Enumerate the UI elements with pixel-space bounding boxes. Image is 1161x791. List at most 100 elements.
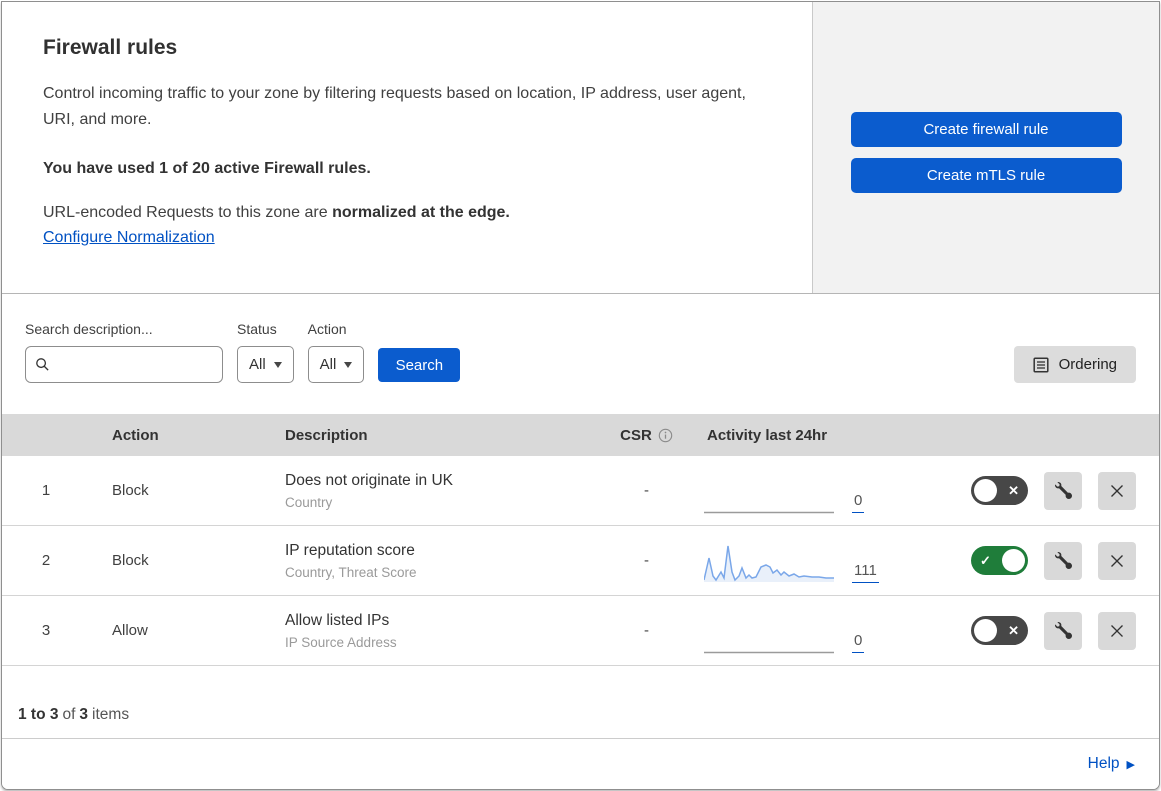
arrow-right-icon: ▶ [1126,758,1135,771]
filter-bar: Search description... Status All Action [2,294,1159,414]
search-input[interactable] [56,356,213,373]
activity-count-link[interactable]: 0 [852,632,865,653]
activity-column-header: Activity last 24hr [707,426,828,444]
info-icon[interactable] [658,428,673,443]
status-filter-group: Status All [237,321,294,383]
actions-panel: Create firewall rule Create mTLS rule [813,2,1159,293]
rule-description: Does not originate in UK [285,471,454,489]
toggle-on-check-icon: ✓ [980,552,991,568]
page-description: Control incoming traffic to your zone by… [43,85,746,128]
description-column-header: Description [285,426,368,444]
search-button[interactable]: Search [378,348,461,382]
pagination-items: items [92,706,130,723]
rule-controls: ✕ [919,471,1159,510]
help-link-label: Help [1087,755,1120,772]
help-link[interactable]: Help ▶ [1088,755,1135,773]
pagination-summary: 1 to 3 of 3 items [2,666,1159,739]
rule-fields: Country, Threat Score [285,564,417,580]
rule-priority: 2 [41,552,51,569]
rule-description-cell: Allow listed IPs IP Source Address [263,612,589,650]
rule-description: Allow listed IPs [285,611,390,629]
activity-sparkline [704,472,834,514]
pagination-of: of [62,706,76,723]
rule-activity-cell: 111 [703,526,919,595]
close-icon [1109,553,1125,569]
status-label: Status [237,321,277,337]
rule-action: Block [112,552,149,569]
action-dropdown[interactable]: All [307,346,365,383]
toggle-off-x-icon: ✕ [1008,482,1019,498]
footer: Help ▶ [2,739,1159,789]
edit-rule-button[interactable] [1044,541,1082,580]
ordering-button[interactable]: Ordering [1013,346,1136,383]
activity-sparkline [704,612,834,654]
wrench-icon [1054,482,1072,499]
filter-controls: Search description... Status All Action [25,321,461,383]
ordering-button-label: Ordering [1058,356,1117,373]
status-dropdown-value: All [249,356,266,373]
toggle-knob [974,479,997,502]
list-document-icon [1033,356,1049,373]
page-title: Firewall rules [43,36,178,59]
action-column-header: Action [112,426,159,444]
normalization-text: URL-encoded Requests to this zone are [43,204,333,221]
usage-summary: You have used 1 of 20 active Firewall ru… [43,160,371,177]
rule-controls: ✕ [919,611,1159,650]
rule-fields: Country [285,494,333,510]
rule-priority: 3 [41,622,51,639]
table-row: 1 Block Does not originate in UK Country… [2,456,1159,526]
pagination-total: 3 [79,706,89,723]
wrench-icon [1054,552,1072,569]
rule-activity-cell: 0 [704,596,919,665]
table-row: 3 Allow Allow listed IPs IP Source Addre… [2,596,1159,666]
table-header: Action Description CSR Activity last 24h… [2,414,1159,456]
status-dropdown[interactable]: All [237,346,294,383]
csr-header-label: CSR [620,426,652,444]
edit-rule-button[interactable] [1044,471,1082,510]
normalization-bold-text: normalized at the edge. [332,204,510,221]
page-header-section: Firewall rules Control incoming traffic … [2,2,1159,294]
csr-column-header: CSR [589,427,704,444]
rule-description: IP reputation score [285,541,415,559]
chevron-down-icon [273,361,282,368]
action-label: Action [307,321,347,337]
rule-description-cell: Does not originate in UK Country [263,472,589,510]
rule-action: Block [112,482,149,499]
toggle-knob [974,619,997,642]
activity-count-link[interactable]: 111 [852,562,879,583]
normalization-note: URL-encoded Requests to this zone are no… [43,204,772,222]
pagination-range: 1 to 3 [18,706,59,723]
rule-csr: - [644,622,649,639]
rule-controls: ✓ [919,541,1159,580]
create-firewall-rule-button[interactable]: Create firewall rule [850,112,1122,147]
chevron-down-icon [344,361,353,368]
rule-enabled-toggle[interactable]: ✕ [971,616,1028,645]
wrench-icon [1054,622,1072,639]
configure-normalization-link[interactable]: Configure Normalization [43,229,215,247]
table-row: 2 Block IP reputation score Country, Thr… [2,526,1159,596]
rule-enabled-toggle[interactable]: ✕ [971,476,1028,505]
rule-csr: - [644,552,649,569]
delete-rule-button[interactable] [1098,471,1136,510]
activity-count-link[interactable]: 0 [852,492,865,513]
rule-csr: - [644,482,649,499]
delete-rule-button[interactable] [1098,611,1136,650]
toggle-off-x-icon: ✕ [1008,622,1019,638]
search-label: Search description... [25,321,153,337]
delete-rule-button[interactable] [1098,541,1136,580]
rule-priority: 1 [41,482,51,499]
rule-fields: IP Source Address [285,634,397,650]
search-box[interactable] [25,346,223,383]
search-icon [35,357,50,372]
firewall-rules-page: Firewall rules Control incoming traffic … [1,1,1160,790]
action-filter-group: Action All [307,321,365,383]
create-mtls-rule-button[interactable]: Create mTLS rule [850,158,1122,193]
action-dropdown-value: All [319,356,337,373]
edit-rule-button[interactable] [1044,611,1082,650]
close-icon [1109,623,1125,639]
rule-enabled-toggle[interactable]: ✓ [971,546,1028,575]
close-icon [1109,483,1125,499]
rule-activity-cell: 0 [704,456,919,525]
activity-sparkline [703,542,834,584]
rule-action: Allow [112,622,148,639]
